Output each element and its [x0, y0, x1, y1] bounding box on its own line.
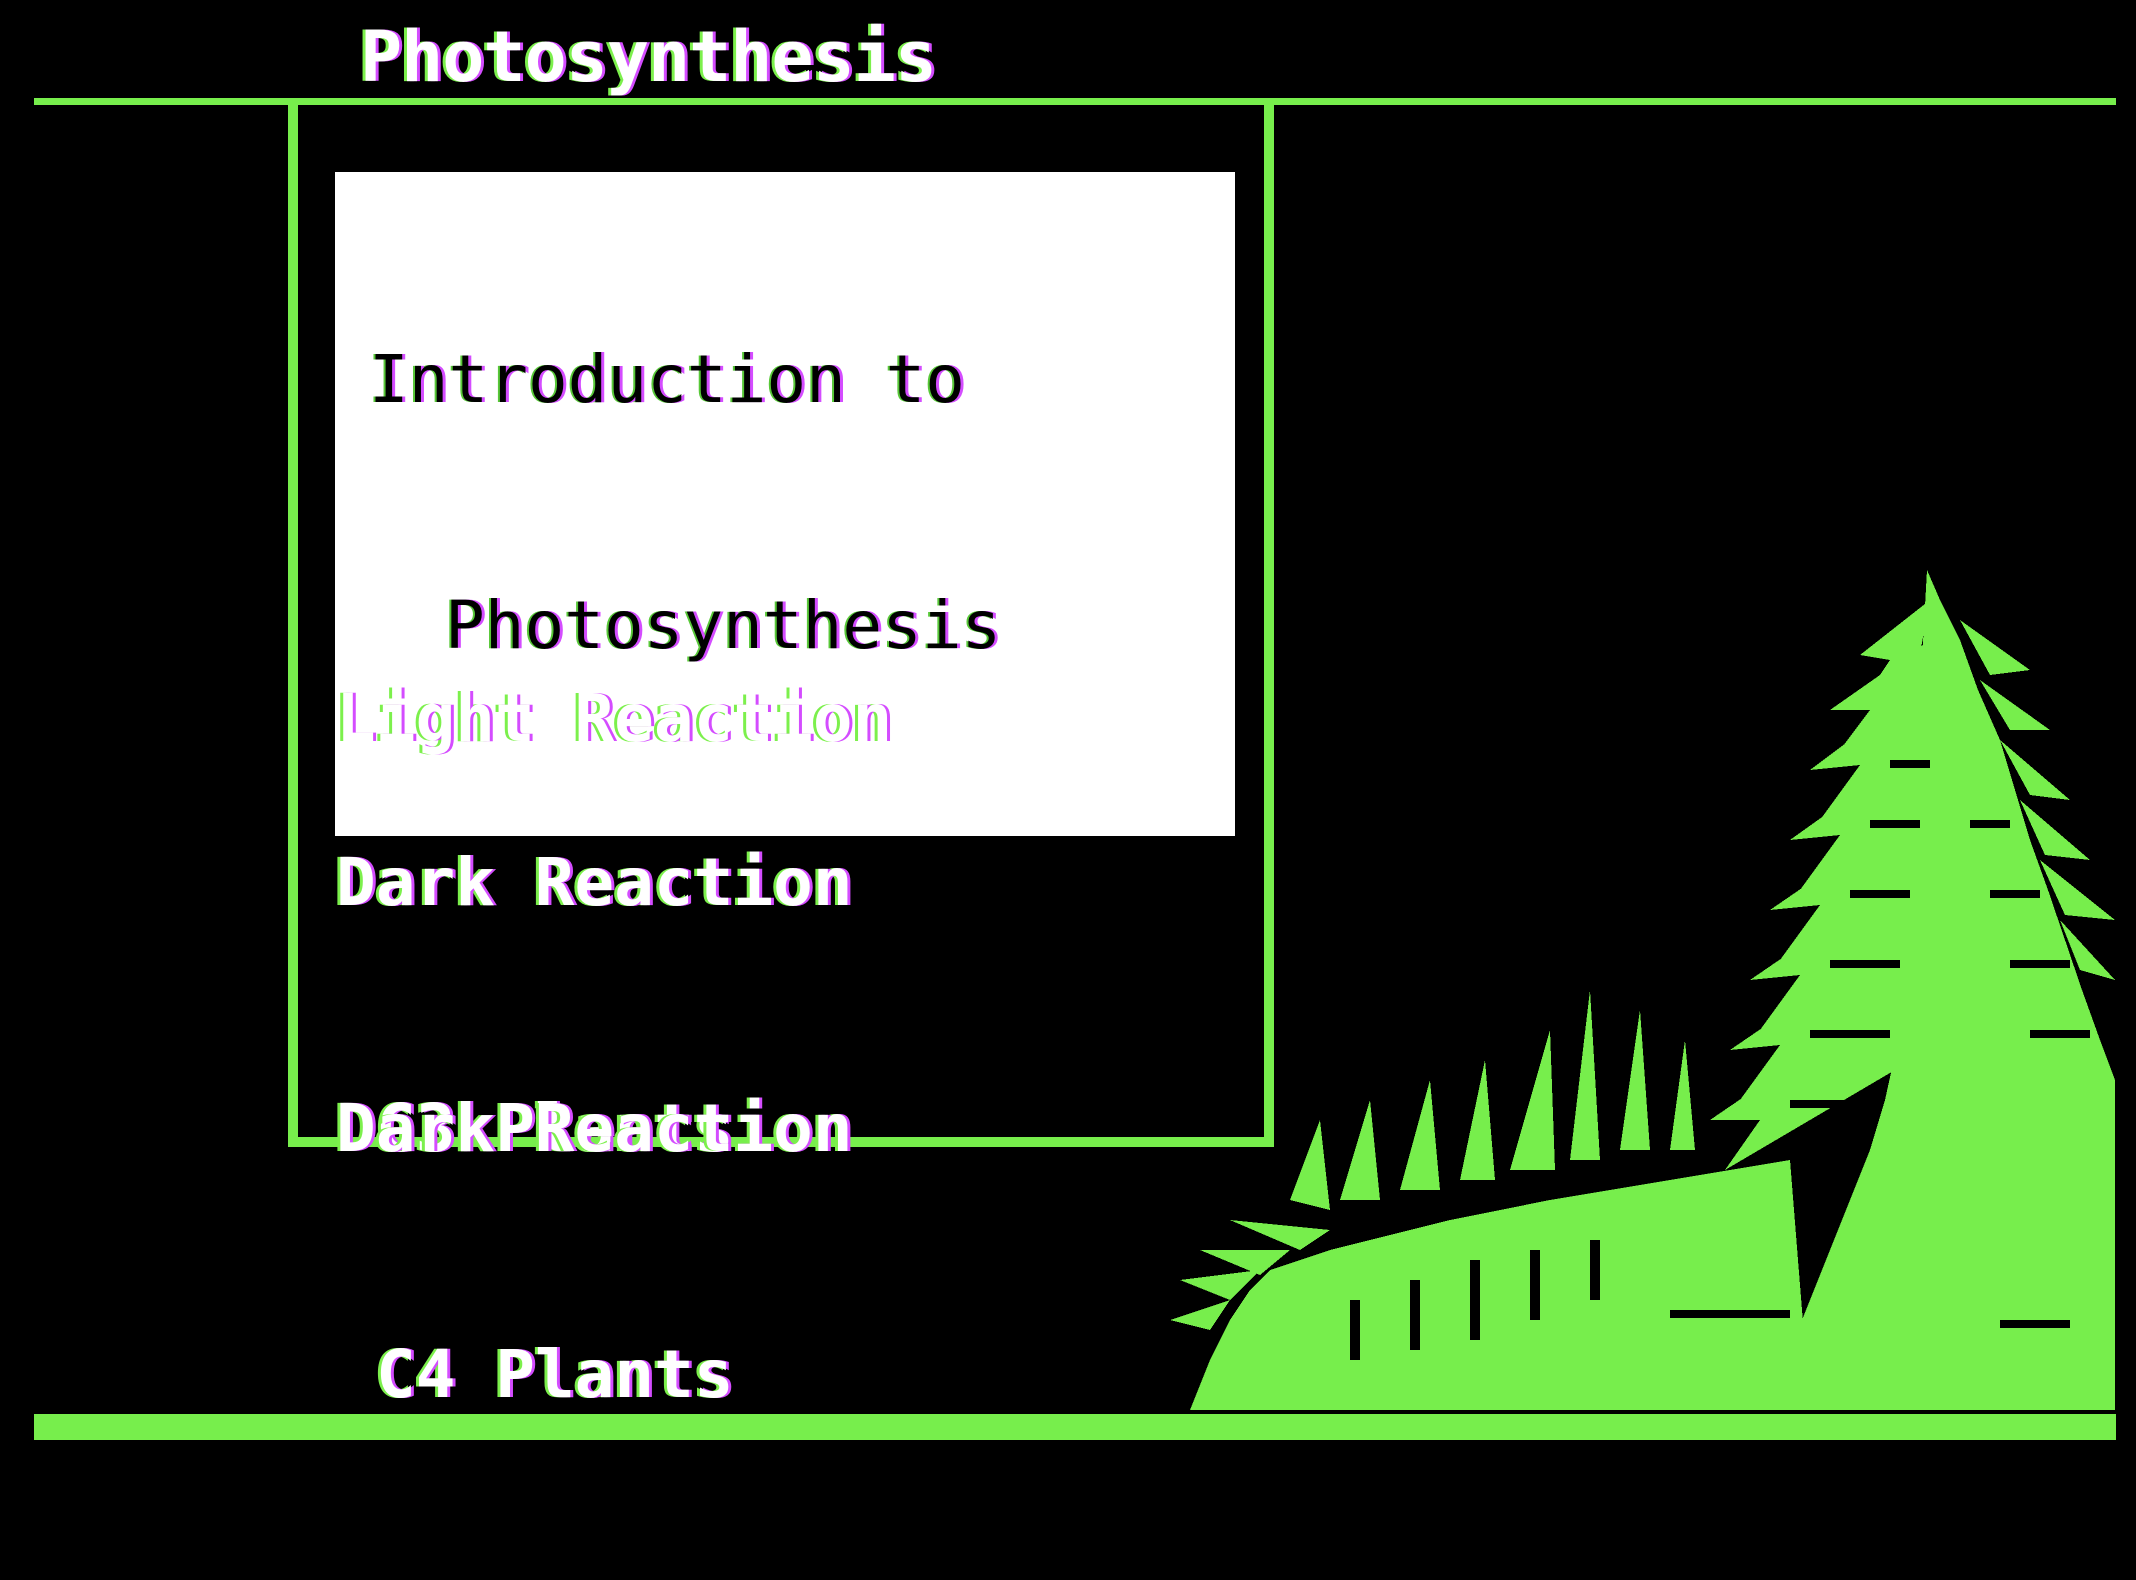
- pine-tree-illustration: [1170, 570, 2115, 1410]
- menu-item-dark-reaction-c4[interactable]: Dark Reaction C4 Plants: [336, 924, 853, 1580]
- menu-item-label: C4 Plants: [376, 1336, 734, 1413]
- bottom-divider: [34, 1414, 2116, 1440]
- menu-item-label: Dark Reaction: [336, 1090, 853, 1167]
- menu-item-label: Dark Reaction: [336, 844, 853, 921]
- menu-item-label: Introduction to: [369, 341, 966, 418]
- topic-menu: Introduction to Photosynthesis Light Rea…: [288, 100, 1274, 1413]
- app-title: Photosynthesis: [360, 16, 937, 98]
